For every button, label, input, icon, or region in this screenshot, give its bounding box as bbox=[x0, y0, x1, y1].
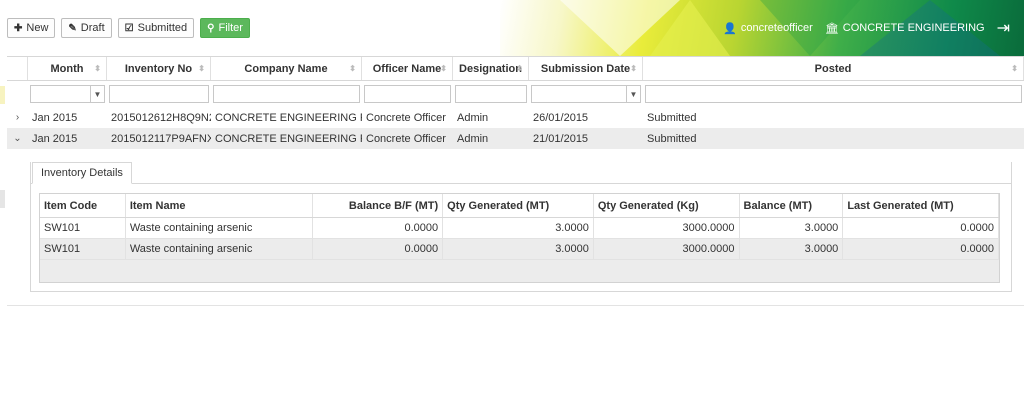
cell-designation: Admin bbox=[457, 132, 489, 145]
checkbox-icon: ☑ bbox=[124, 22, 134, 34]
column-header-officer-name[interactable]: Officer Name ⬍ bbox=[362, 57, 453, 80]
cell-qty-generated-mt: 3.0000 bbox=[443, 218, 594, 238]
submitted-button[interactable]: ☑ Submitted bbox=[117, 18, 195, 38]
column-header-qty-generated-kg[interactable]: Qty Generated (Kg) bbox=[594, 194, 740, 217]
chevron-down-icon: ▼ bbox=[626, 86, 640, 102]
column-header-item-name[interactable]: Item Name bbox=[126, 194, 314, 217]
officer-name-filter-input[interactable] bbox=[364, 85, 451, 103]
cell-designation: Admin bbox=[457, 111, 489, 124]
column-header-posted[interactable]: Posted ⬍ bbox=[643, 57, 1024, 80]
submitted-button-label: Submitted bbox=[137, 22, 188, 34]
user-icon: 👤 bbox=[723, 22, 737, 35]
company-menu[interactable]: 🏛 CONCRETE ENGINEERING bbox=[825, 22, 985, 35]
inventory-no-filter-input[interactable] bbox=[109, 85, 209, 103]
table-row[interactable]: SW101 Waste containing arsenic 0.0000 3.… bbox=[40, 239, 999, 260]
filter-button[interactable]: ⚲ Filter bbox=[200, 18, 250, 38]
table-row[interactable]: SW101 Waste containing arsenic 0.0000 3.… bbox=[40, 218, 999, 239]
draft-button[interactable]: ✎ Draft bbox=[61, 18, 112, 38]
new-button[interactable]: ✚ New bbox=[7, 18, 56, 38]
edit-icon: ✎ bbox=[68, 22, 77, 34]
cell-qty-generated-kg: 3000.0000 bbox=[594, 218, 740, 238]
cell-company-name: CONCRETE ENGINEERING PR... bbox=[215, 111, 362, 124]
cell-month: Jan 2015 bbox=[32, 111, 78, 124]
cell-qty-generated-kg: 3000.0000 bbox=[594, 239, 740, 259]
month-filter-select[interactable]: ▼ bbox=[30, 85, 105, 103]
tab-strip-border bbox=[30, 183, 1012, 184]
filter-button-label: Filter bbox=[218, 22, 243, 34]
cell-last-generated: 0.0000 bbox=[843, 239, 999, 259]
cell-inventory-no: 2015012117P9AFNX bbox=[111, 132, 211, 145]
column-header-qty-generated-mt[interactable]: Qty Generated (MT) bbox=[443, 194, 594, 217]
column-header-last-generated[interactable]: Last Generated (MT) bbox=[843, 194, 999, 217]
column-header-designation[interactable]: Designation ⬍ bbox=[453, 57, 529, 80]
cell-officer-name: Concrete Officer bbox=[366, 132, 446, 145]
column-header-company-name[interactable]: Company Name ⬍ bbox=[211, 57, 362, 80]
sort-icon: ⬍ bbox=[440, 64, 447, 73]
user-area: 👤 concreteofficer 🏛 CONCRETE ENGINEERING… bbox=[723, 18, 1010, 38]
cell-balance: 3.0000 bbox=[740, 218, 844, 238]
user-menu[interactable]: 👤 concreteofficer bbox=[723, 22, 813, 35]
toolbar: ✚ New ✎ Draft ☑ Submitted ⚲ Filter bbox=[7, 18, 250, 38]
cell-last-generated: 0.0000 bbox=[843, 218, 999, 238]
column-header-balance-bf[interactable]: Balance B/F (MT) bbox=[313, 194, 444, 217]
cell-company-name: CONCRETE ENGINEERING PR... bbox=[215, 132, 362, 145]
column-header-balance[interactable]: Balance (MT) bbox=[740, 194, 844, 217]
cell-posted: Submitted bbox=[647, 132, 697, 145]
cell-inventory-no: 2015012612H8Q9N2 bbox=[111, 111, 211, 124]
sort-icon: ⬍ bbox=[94, 64, 101, 73]
inventory-details-table: Item Code Item Name Balance B/F (MT) Qty… bbox=[39, 193, 1000, 283]
column-header-submission-date[interactable]: Submission Date ⬍ bbox=[529, 57, 643, 80]
sort-icon: ⬍ bbox=[630, 64, 637, 73]
collapse-icon[interactable]: ⌄ bbox=[7, 133, 28, 144]
expand-icon[interactable]: › bbox=[7, 112, 28, 123]
top-bar: ✚ New ✎ Draft ☑ Submitted ⚲ Filter 👤 con… bbox=[0, 0, 1024, 56]
column-header-month[interactable]: Month ⬍ bbox=[28, 57, 107, 80]
cell-qty-generated-mt: 3.0000 bbox=[443, 239, 594, 259]
divider bbox=[7, 305, 1024, 306]
side-marker bbox=[0, 190, 5, 208]
new-button-label: New bbox=[26, 22, 49, 34]
posted-filter-input[interactable] bbox=[645, 85, 1022, 103]
cell-item-name: Waste containing arsenic bbox=[126, 239, 314, 259]
cell-item-code: SW101 bbox=[40, 218, 126, 238]
sort-icon: ⬍ bbox=[198, 64, 205, 73]
submission-date-filter-select[interactable]: ▼ bbox=[531, 85, 641, 103]
draft-button-label: Draft bbox=[80, 22, 105, 34]
cell-officer-name: Concrete Officer bbox=[366, 111, 446, 124]
cell-submission-date: 21/01/2015 bbox=[533, 132, 589, 145]
column-header-inventory-no[interactable]: Inventory No ⬍ bbox=[107, 57, 211, 80]
side-marker bbox=[0, 86, 5, 104]
sort-icon: ⬍ bbox=[1011, 64, 1018, 73]
cell-balance-bf: 0.0000 bbox=[313, 218, 444, 238]
cell-posted: Submitted bbox=[647, 111, 697, 124]
sort-icon: ⬍ bbox=[516, 64, 523, 73]
table-row[interactable]: › Jan 2015 2015012612H8Q9N2 CONCRETE ENG… bbox=[7, 107, 1024, 128]
cell-item-name: Waste containing arsenic bbox=[126, 218, 314, 238]
company-name: CONCRETE ENGINEERING bbox=[842, 22, 985, 34]
tab-inventory-details[interactable]: Inventory Details bbox=[32, 162, 132, 184]
designation-filter-input[interactable] bbox=[455, 85, 527, 103]
page: ✚ New ✎ Draft ☑ Submitted ⚲ Filter 👤 con… bbox=[0, 0, 1024, 419]
filter-row: ▼ ▼ bbox=[7, 81, 1024, 107]
chevron-down-icon: ▼ bbox=[90, 86, 104, 102]
grid-header: Month ⬍ Inventory No ⬍ Company Name ⬍ Offic… bbox=[7, 57, 1024, 81]
plus-icon: ✚ bbox=[14, 22, 23, 34]
building-icon: 🏛 bbox=[824, 22, 839, 35]
username: concreteofficer bbox=[740, 22, 813, 34]
search-icon: ⚲ bbox=[207, 22, 215, 34]
column-header-item-code[interactable]: Item Code bbox=[40, 194, 126, 217]
details-header: Item Code Item Name Balance B/F (MT) Qty… bbox=[40, 194, 999, 218]
sort-icon: ⬍ bbox=[349, 64, 356, 73]
cell-balance-bf: 0.0000 bbox=[313, 239, 444, 259]
company-name-filter-input[interactable] bbox=[213, 85, 360, 103]
cell-balance: 3.0000 bbox=[740, 239, 844, 259]
expander-header bbox=[7, 57, 28, 80]
cell-submission-date: 26/01/2015 bbox=[533, 111, 589, 124]
inventory-grid: Month ⬍ Inventory No ⬍ Company Name ⬍ Offic… bbox=[7, 56, 1024, 149]
table-row[interactable]: ⌄ Jan 2015 2015012117P9AFNX CONCRETE ENG… bbox=[7, 128, 1024, 149]
cell-item-code: SW101 bbox=[40, 239, 126, 259]
cell-month: Jan 2015 bbox=[32, 132, 78, 145]
logout-icon[interactable]: ⇥ bbox=[997, 18, 1010, 38]
